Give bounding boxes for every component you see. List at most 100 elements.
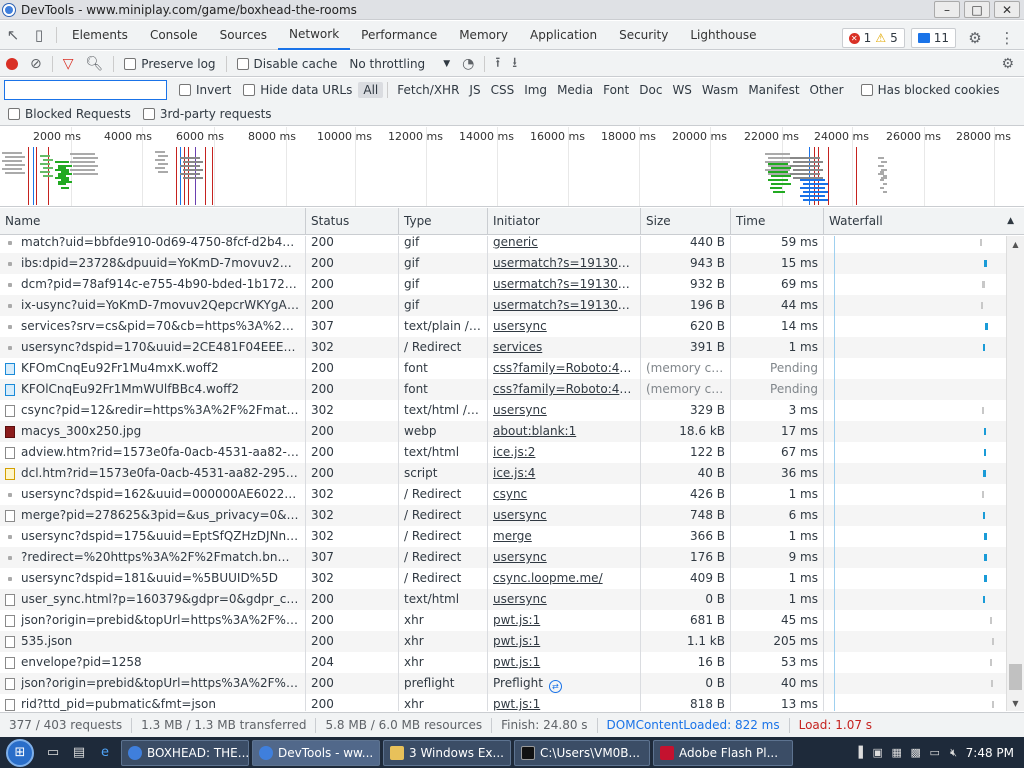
inspect-element-icon[interactable]: ↖ [0, 21, 26, 49]
taskbar-item-boxhead[interactable]: BOXHEAD: THE... [121, 739, 249, 766]
filter-type-manifest[interactable]: Manifest [743, 82, 804, 98]
table-row[interactable]: csync?pid=12&redir=https%3A%2F%2Fmatch.b… [0, 400, 1006, 421]
more-options-icon[interactable]: ⋮ [994, 24, 1020, 52]
table-row[interactable]: usersync?dspid=175&uuid=EptSfQZHzDJNnftQ… [0, 526, 1006, 547]
column-header-waterfall[interactable]: Waterfall ▲ [824, 208, 1024, 235]
export-har-button[interactable]: ⭳ [506, 52, 523, 76]
filter-type-all[interactable]: All [358, 82, 384, 98]
table-row[interactable]: dcl.htm?rid=1573e0fa-0acb-4531-aa82-2958… [0, 463, 1006, 484]
scroll-up-icon[interactable]: ▲ [1007, 236, 1024, 252]
request-name[interactable]: KFOlCnqEu92Fr1MmWUlfBBc4.woff2 [21, 379, 239, 400]
import-har-button[interactable]: ⭱ [489, 52, 506, 76]
request-name[interactable]: usersync?dspid=181&uuid=%5BUUID%5D [21, 568, 278, 589]
request-name[interactable]: csync?pid=12&redir=https%3A%2F%2Fmatch.b… [21, 400, 300, 421]
tab-console[interactable]: Console [139, 21, 209, 50]
request-name[interactable]: ix-usync?uid=YoKmD-7movuv2QepcrWKYgAA%2.… [21, 295, 300, 316]
record-button[interactable] [0, 52, 24, 76]
disable-cache-checkbox[interactable]: Disable cache [231, 57, 344, 71]
issues-badge[interactable]: ✕ 1 ⚠ 5 [841, 28, 905, 48]
table-row[interactable]: usersync?dspid=162&uuid=000000AE602265C5… [0, 484, 1006, 505]
request-name[interactable]: ?redirect=%20https%3A%2F%2Fmatch.bnmla.c… [21, 547, 300, 568]
table-row[interactable]: ?redirect=%20https%3A%2F%2Fmatch.bnmla.c… [0, 547, 1006, 568]
request-name[interactable]: user_sync.html?p=160379&gdpr=0&gdpr_cons… [21, 589, 300, 610]
tab-application[interactable]: Application [519, 21, 608, 50]
request-name[interactable]: usersync?dspid=170&uuid=2CE481F04EEE40A6… [21, 337, 300, 358]
table-row[interactable]: adview.htm?rid=1573e0fa-0acb-4531-aa82-2… [0, 442, 1006, 463]
invert-checkbox[interactable]: Invert [173, 83, 237, 97]
column-header-name[interactable]: Name [0, 208, 306, 235]
tab-sources[interactable]: Sources [209, 21, 278, 50]
network-conditions-button[interactable]: ◔ [456, 52, 480, 76]
volume-muted-icon[interactable]: 🔇︎ [947, 746, 961, 760]
vertical-scrollbar[interactable]: ▲ ▼ [1006, 236, 1024, 711]
table-row[interactable]: ibs:dpid=23728&dpuuid=YoKmD-7movuv2Qepcr… [0, 253, 1006, 274]
clock[interactable]: 7:48 PM [966, 746, 1014, 760]
internet-explorer-icon[interactable]: e [93, 743, 117, 763]
table-row[interactable]: 535.json 200 xhr pwt.js:1 1.1 kB 205 ms [0, 631, 1006, 652]
filter-type-css[interactable]: CSS [486, 82, 520, 98]
monitor-tray-icon[interactable]: ▭ [928, 746, 942, 760]
initiator-link[interactable]: css?family=Roboto:400,7... [493, 382, 640, 396]
blocked-requests-checkbox[interactable]: Blocked Requests [0, 107, 137, 121]
initiator-link[interactable]: csync [493, 487, 527, 501]
filter-type-other[interactable]: Other [805, 82, 849, 98]
scrollbar-thumb[interactable] [1009, 664, 1022, 690]
request-name[interactable]: 535.json [21, 631, 72, 652]
show-desktop-icon[interactable]: ▭ [41, 743, 65, 763]
filter-button[interactable]: ▽ [57, 52, 80, 76]
request-name[interactable]: json?origin=prebid&topUrl=https%3A%2F%2F… [21, 610, 300, 631]
messages-badge[interactable]: 11 [910, 28, 956, 48]
start-button[interactable]: ⊞ [0, 737, 40, 768]
initiator-link[interactable]: css?family=Roboto:400,7... [493, 361, 640, 375]
initiator-link[interactable]: pwt.js:1 [493, 697, 540, 711]
table-row[interactable]: envelope?pid=1258 204 xhr pwt.js:1 16 B 53 ms [0, 652, 1006, 673]
request-name[interactable]: services?srv=cs&pid=70&cb=https%3A%2F%2F… [21, 316, 300, 337]
close-button[interactable]: ✕ [994, 1, 1020, 18]
initiator-link[interactable]: csync.loopme.me/ [493, 571, 603, 585]
preflight-info-icon[interactable]: ⇄ [548, 680, 562, 693]
third-party-checkbox[interactable]: 3rd-party requests [137, 107, 278, 121]
table-row[interactable]: usersync?dspid=170&uuid=2CE481F04EEE40A6… [0, 337, 1006, 358]
windows-explorer-icon[interactable]: ▤ [67, 743, 91, 763]
hide-data-urls-checkbox[interactable]: Hide data URLs [237, 83, 358, 97]
column-header-type[interactable]: Type [399, 208, 488, 235]
column-header-size[interactable]: Size [641, 208, 731, 235]
table-row[interactable]: usersync?dspid=181&uuid=%5BUUID%5D 302/ R… [0, 568, 1006, 589]
initiator-link[interactable]: merge [493, 529, 532, 543]
request-name[interactable]: rid?ttd_pid=pubmatic&fmt=json [21, 694, 216, 711]
table-row[interactable]: macys_300x250.jpg 200 webp about:blank:1 18.… [0, 421, 1006, 442]
network-settings-button[interactable]: ⚙ [995, 52, 1020, 76]
initiator-link[interactable]: ice.js:4 [493, 466, 535, 480]
initiator-link[interactable]: usersync [493, 403, 547, 417]
initiator-link[interactable]: usersync [493, 508, 547, 522]
request-name[interactable]: ibs:dpid=23728&dpuuid=YoKmD-7movuv2Qepcr… [21, 253, 300, 274]
app-tray-icon[interactable]: ▦ [890, 746, 904, 760]
request-name[interactable]: dcm?pid=78af914c-e755-4b90-bded-1b172aed… [21, 274, 300, 295]
clear-button[interactable]: ⊘ [24, 52, 48, 76]
initiator-link[interactable]: usersync [493, 550, 547, 564]
initiator-link[interactable]: ice.js:2 [493, 445, 535, 459]
request-name[interactable]: json?origin=prebid&topUrl=https%3A%2F%2F… [21, 673, 300, 694]
filter-type-img[interactable]: Img [519, 82, 552, 98]
network-tray-icon[interactable]: ▐ [852, 746, 866, 760]
has-blocked-cookies-checkbox[interactable]: Has blocked cookies [855, 83, 1006, 97]
table-row[interactable]: merge?pid=278625&3pid=&us_privacy=0&gdpr… [0, 505, 1006, 526]
request-name[interactable]: adview.htm?rid=1573e0fa-0acb-4531-aa82-2… [21, 442, 300, 463]
table-row[interactable]: ix-usync?uid=YoKmD-7movuv2QepcrWKYgAA%2.… [0, 295, 1006, 316]
network-overview-timeline[interactable]: 2000 ms 4000 ms 6000 ms 8000 ms 10000 ms 1200… [0, 127, 1024, 207]
request-name[interactable]: match?uid=bbfde910-0d69-4750-8fcf-d2b4ac… [21, 236, 300, 253]
initiator-link[interactable]: generic [493, 236, 538, 249]
initiator-link[interactable]: usermatch?s=191306&cb... [493, 298, 640, 312]
table-row[interactable]: match?uid=bbfde910-0d69-4750-8fcf-d2b4ac… [0, 236, 1006, 253]
initiator-link[interactable]: pwt.js:1 [493, 634, 540, 648]
tab-security[interactable]: Security [608, 21, 679, 50]
table-row[interactable]: KFOmCnqEu92Fr1Mu4mxK.woff2 200 font css?fam… [0, 358, 1006, 379]
table-row[interactable]: json?origin=prebid&topUrl=https%3A%2F%2F… [0, 610, 1006, 631]
tab-memory[interactable]: Memory [448, 21, 519, 50]
request-name[interactable]: macys_300x250.jpg [21, 421, 141, 442]
request-name[interactable]: merge?pid=278625&3pid=&us_privacy=0&gdpr… [21, 505, 300, 526]
request-name[interactable]: KFOmCnqEu92Fr1Mu4mxK.woff2 [21, 358, 219, 379]
tab-performance[interactable]: Performance [350, 21, 448, 50]
request-name[interactable]: usersync?dspid=162&uuid=000000AE602265C5 [21, 484, 300, 505]
table-row[interactable]: KFOlCnqEu92Fr1MmWUlfBBc4.woff2 200 font css… [0, 379, 1006, 400]
